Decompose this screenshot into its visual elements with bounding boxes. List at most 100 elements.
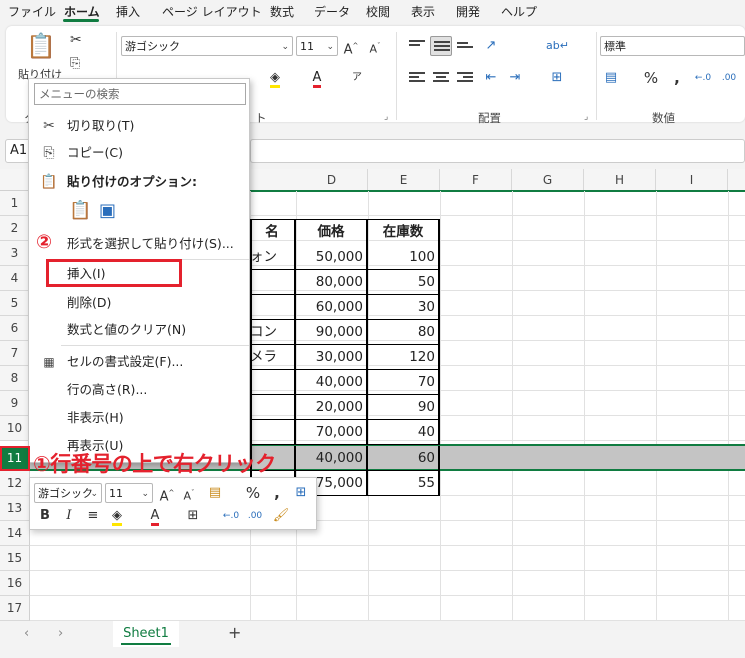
increase-font-icon[interactable]: A^ [340, 36, 362, 57]
table-cell-name[interactable]: ォン [250, 245, 296, 270]
increase-decimal-icon[interactable]: ←.0 [692, 68, 714, 88]
menu-item-clear[interactable]: 数式と値のクリア(N) [29, 317, 249, 343]
decrease-decimal-icon[interactable]: .00 [244, 506, 266, 526]
font-color-icon[interactable]: A [306, 68, 328, 88]
menu-item-row-height[interactable]: 行の高さ(R)... [29, 377, 249, 403]
table-cell-price[interactable]: 70,000 [296, 420, 368, 445]
menu-item-copy[interactable]: ⎘ コピー(C) [29, 140, 249, 166]
paste-values-icon[interactable]: ▣ [99, 200, 123, 226]
menu-insert[interactable]: 挿入 [116, 3, 140, 20]
row-header-5[interactable]: 5 [0, 291, 30, 316]
menu-home[interactable]: ホーム [64, 3, 100, 20]
increase-indent-icon[interactable]: ⇥ [504, 68, 526, 88]
column-header-e[interactable]: E [368, 169, 440, 191]
menu-formulas[interactable]: 数式 [270, 3, 294, 20]
accounting-icon[interactable]: ▤ [204, 483, 226, 503]
column-header-f[interactable]: F [440, 169, 512, 191]
table-cell-price[interactable]: 80,000 [296, 270, 368, 295]
menu-file[interactable]: ファイル [8, 3, 56, 20]
merge-center-icon[interactable]: ⊞ [290, 483, 312, 503]
mini-font-name-dropdown[interactable]: 游ゴシック ⌄ [34, 483, 102, 503]
dialog-launcher-icon[interactable]: ⌟ [384, 112, 388, 122]
table-cell-price[interactable]: 30,000 [296, 345, 368, 370]
font-color-icon[interactable]: A [144, 506, 166, 526]
decrease-indent-icon[interactable]: ⇤ [480, 68, 502, 88]
paste-icon[interactable]: 📋 [26, 32, 56, 60]
column-header-h[interactable]: H [584, 169, 656, 191]
table-cell-stock[interactable]: 50 [368, 270, 440, 295]
format-painter-icon[interactable]: 🖌 [270, 506, 292, 526]
row-header-10[interactable]: 10 [0, 416, 30, 441]
row-header-2[interactable]: 2 [0, 216, 30, 241]
table-cell-price[interactable]: 40,000 [296, 446, 368, 471]
paste-default-icon[interactable]: 📋 [69, 200, 93, 226]
phonetic-icon[interactable]: ア [346, 68, 368, 88]
table-cell-name[interactable] [250, 395, 296, 420]
table-cell-name[interactable]: コン [250, 320, 296, 345]
accounting-icon[interactable]: ▤ [600, 68, 622, 88]
percent-icon[interactable]: % [242, 483, 264, 503]
select-all-corner[interactable] [0, 169, 30, 191]
align-top-icon[interactable] [406, 36, 428, 56]
column-header-d[interactable]: D [296, 169, 368, 191]
align-middle-icon[interactable] [430, 36, 452, 56]
table-header-name[interactable]: 名 [250, 220, 296, 245]
fill-color-icon[interactable]: ◈ [106, 506, 128, 526]
row-header-15[interactable]: 15 [0, 546, 30, 571]
wrap-text-icon[interactable]: ab↵ [546, 36, 569, 56]
row-header-1[interactable]: 1 [0, 191, 30, 216]
align-right-icon[interactable] [454, 68, 476, 88]
row-header-3[interactable]: 3 [0, 241, 30, 266]
table-cell-price[interactable]: 90,000 [296, 320, 368, 345]
row-header-12[interactable]: 12 [0, 471, 30, 496]
number-format-dropdown[interactable]: 標準 [600, 36, 745, 56]
table-cell-name[interactable] [250, 270, 296, 295]
menu-item-delete[interactable]: 削除(D) [29, 290, 249, 316]
table-cell-name[interactable] [250, 420, 296, 445]
menu-help[interactable]: ヘルプ [501, 3, 537, 20]
font-name-dropdown[interactable]: 游ゴシック ⌄ [121, 36, 293, 56]
menu-developer[interactable]: 開発 [456, 3, 480, 20]
row-header-13[interactable]: 13 [0, 496, 30, 521]
table-cell-name[interactable] [250, 370, 296, 395]
decrease-font-icon[interactable]: Aˇ [364, 36, 386, 56]
table-cell-stock[interactable]: 55 [368, 471, 440, 496]
row-header-4[interactable]: 4 [0, 266, 30, 291]
menu-item-format-cells[interactable]: ▦ セルの書式設定(F)... [29, 349, 249, 375]
formula-input[interactable] [250, 139, 745, 163]
font-size-dropdown[interactable]: 11 ⌄ [296, 36, 338, 56]
table-cell-stock[interactable]: 70 [368, 370, 440, 395]
italic-icon[interactable]: I [58, 506, 80, 526]
prev-sheet-icon[interactable]: ‹ [24, 626, 29, 641]
comma-icon[interactable]: , [266, 483, 288, 503]
bold-icon[interactable]: B [34, 506, 56, 526]
table-cell-name[interactable]: メラ [250, 345, 296, 370]
table-cell-stock[interactable]: 30 [368, 295, 440, 320]
table-cell-price[interactable]: 60,000 [296, 295, 368, 320]
row-header-16[interactable]: 16 [0, 571, 30, 596]
cut-icon[interactable]: ✂ [70, 32, 82, 48]
menu-data[interactable]: データ [314, 3, 350, 20]
row-header-14[interactable]: 14 [0, 521, 30, 546]
menu-item-paste-special[interactable]: 形式を選択して貼り付け(S)... [29, 231, 249, 257]
align-left-icon[interactable] [406, 68, 428, 88]
comma-icon[interactable]: , [666, 68, 688, 88]
menu-item-cut[interactable]: ✂ 切り取り(T) [29, 113, 249, 139]
table-cell-stock[interactable]: 90 [368, 395, 440, 420]
column-header-i[interactable]: I [656, 169, 728, 191]
merge-center-icon[interactable]: ⊞ [546, 68, 568, 88]
table-cell-price[interactable]: 40,000 [296, 370, 368, 395]
table-cell-stock[interactable]: 100 [368, 245, 440, 270]
table-cell-price[interactable]: 50,000 [296, 245, 368, 270]
next-sheet-icon[interactable]: › [58, 626, 63, 641]
row-header-7[interactable]: 7 [0, 341, 30, 366]
add-sheet-icon[interactable]: + [228, 623, 241, 642]
column-header-g[interactable]: G [512, 169, 584, 191]
table-cell-name[interactable] [250, 295, 296, 320]
borders-icon[interactable]: ⊞ [182, 506, 204, 526]
increase-decimal-icon[interactable]: ←.0 [220, 506, 242, 526]
table-cell-stock[interactable]: 60 [368, 446, 440, 471]
dialog-launcher-icon[interactable]: ⌟ [584, 112, 588, 122]
decrease-decimal-icon[interactable]: .00 [718, 68, 740, 88]
decrease-font-icon[interactable]: Aˇ [178, 483, 200, 503]
